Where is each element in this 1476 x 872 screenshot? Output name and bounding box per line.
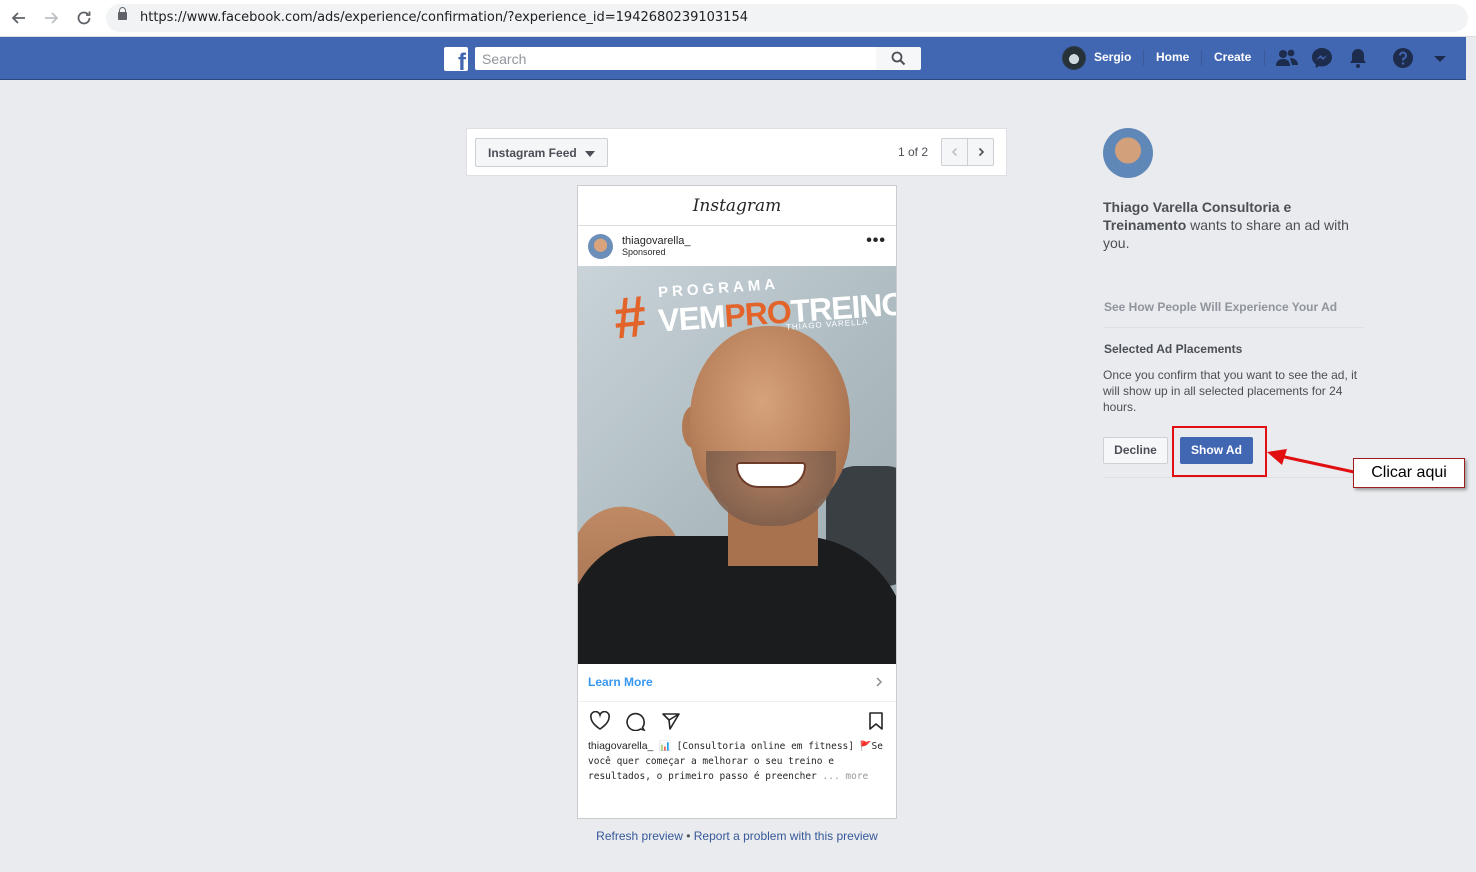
search-icon [891,51,906,66]
previous-preview-button[interactable] [941,138,968,166]
account-menu-chevron-down-icon[interactable] [1428,46,1452,70]
nav-divider [1143,50,1144,66]
more-options-icon[interactable]: ••• [866,232,886,250]
annotation-highlight-box [1172,426,1267,477]
post-actions [578,702,896,738]
caption-more-link[interactable]: ... more [823,771,869,782]
ad-brand-word-vem: VEM [657,298,726,339]
share-direct-icon[interactable] [661,711,681,731]
nav-create[interactable]: Create [1214,50,1251,64]
caret-down-icon [585,151,595,157]
bookmark-icon[interactable] [868,711,884,731]
placement-dropdown[interactable]: Instagram Feed [475,138,608,167]
lock-icon [118,7,127,20]
post-caption: thiagovarella_ 📊 [Consultoria online em … [588,739,888,784]
sponsored-label: Sponsored [622,247,666,257]
chevron-right-icon [876,677,883,687]
facebook-logo-icon[interactable]: f [444,47,468,71]
ad-brand-word-pro: PRO [723,293,792,334]
back-icon[interactable] [9,8,29,28]
refresh-preview-link[interactable]: Refresh preview [596,829,683,843]
share-message: Thiago Varella Consultoria e Treinamento… [1103,198,1363,252]
ad-image[interactable]: # PROGRAMA VEMPROTREINO THIAGO VARELLA [578,266,896,664]
instagram-logo: Instagram [692,196,782,216]
learn-more-cta[interactable]: Learn More [578,664,896,702]
cta-label: Learn More [588,675,653,689]
link-separator: • [682,829,694,843]
nav-home[interactable]: Home [1156,50,1189,64]
post-avatar[interactable] [588,234,613,259]
like-heart-icon[interactable] [589,711,611,731]
search-button[interactable] [876,47,921,70]
url-text[interactable]: https://www.facebook.com/ads/experience/… [140,10,748,25]
page-counter: 1 of 2 [898,145,929,159]
caption-username[interactable]: thiagovarella_ [588,740,653,752]
help-icon[interactable] [1391,46,1415,70]
chevron-right-icon [978,147,985,157]
report-problem-link[interactable]: Report a problem with this preview [694,829,878,843]
placements-description: Once you confirm that you want to see th… [1103,368,1358,414]
chevron-left-icon [951,147,958,157]
post-header: thiagovarella_ Sponsored ••• [578,226,896,266]
forward-icon[interactable] [41,8,61,28]
smile-shape [736,462,806,488]
ad-hashtag: # [610,283,650,352]
annotation-callout: Clicar aqui [1353,458,1465,488]
facebook-header: f Sergio Home Create [0,37,1466,80]
see-how-heading: See How People Will Experience Your Ad [1104,300,1338,314]
placements-title: Selected Ad Placements [1104,342,1243,356]
placement-dropdown-label: Instagram Feed [488,146,577,160]
messenger-icon[interactable] [1310,46,1334,70]
search-input[interactable] [475,47,876,70]
preview-toolbar: Instagram Feed 1 of 2 [466,128,1007,176]
decline-button[interactable]: Decline [1103,437,1168,464]
next-preview-button[interactable] [967,138,994,166]
post-username[interactable]: thiagovarella_ [622,235,691,247]
comment-icon[interactable] [625,711,646,731]
section-divider [1104,477,1364,478]
instagram-header: Instagram [578,186,896,226]
browser-toolbar: https://www.facebook.com/ads/experience/… [0,0,1476,37]
nav-divider [1201,50,1202,66]
section-divider [1104,327,1364,328]
page-avatar [1103,128,1153,178]
nav-divider [1264,50,1265,66]
address-bar[interactable]: https://www.facebook.com/ads/experience/… [106,4,1468,32]
annotation-arrow-icon [1267,449,1355,474]
friend-requests-icon[interactable] [1275,46,1299,70]
notifications-bell-icon[interactable] [1346,46,1370,70]
user-avatar[interactable] [1062,46,1086,70]
user-name-link[interactable]: Sergio [1094,50,1131,64]
ad-preview-phone: Instagram thiagovarella_ Sponsored ••• #… [577,185,897,819]
preview-footer-links: Refresh preview • Report a problem with … [577,829,897,843]
reload-icon[interactable] [74,8,94,28]
